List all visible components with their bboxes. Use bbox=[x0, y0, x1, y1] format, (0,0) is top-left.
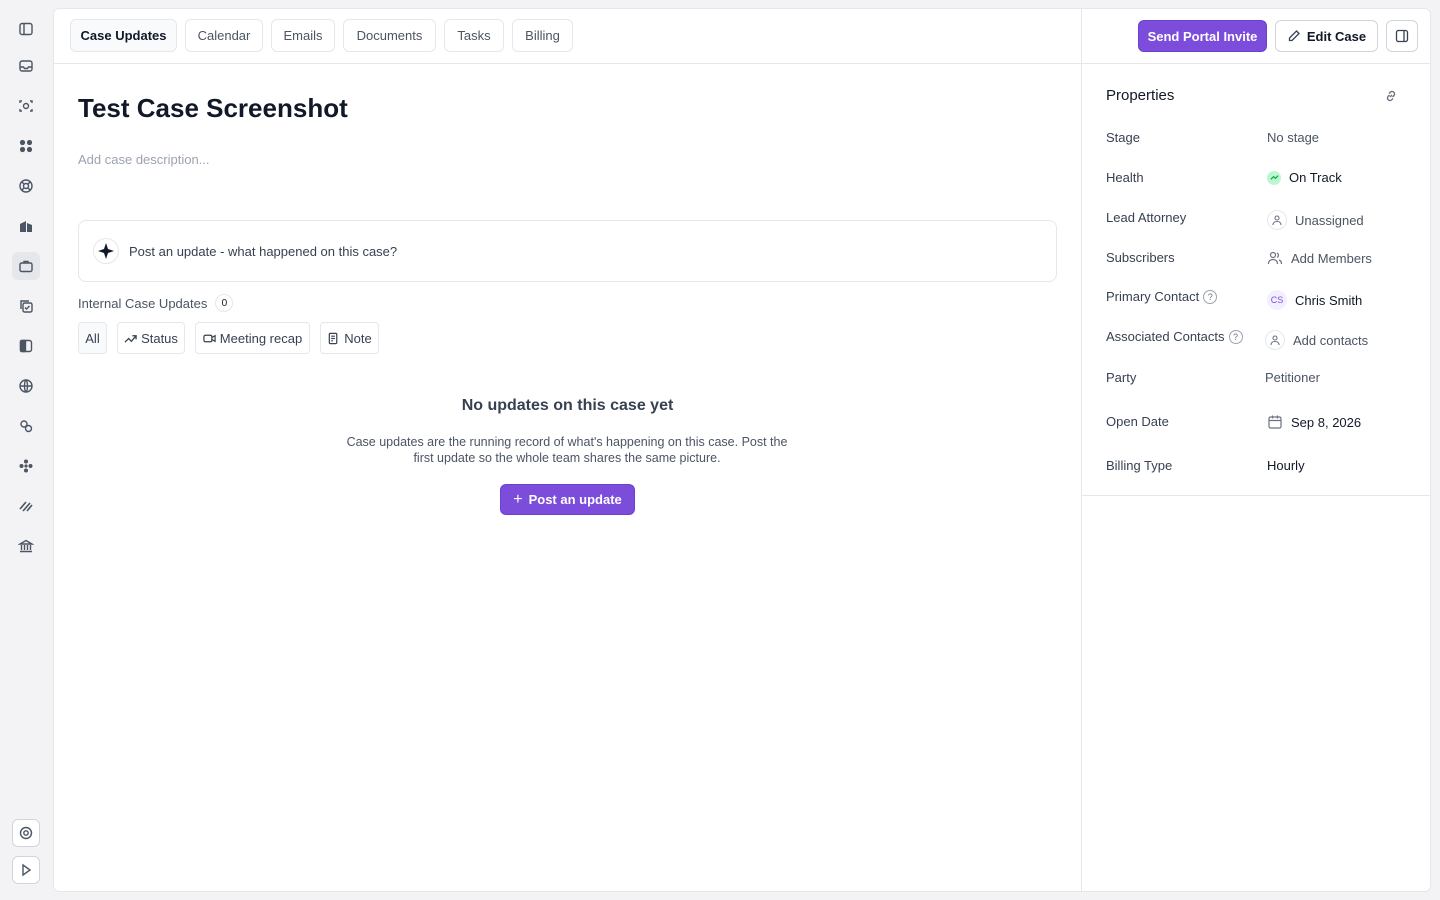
case-title[interactable]: Test Case Screenshot bbox=[78, 93, 348, 124]
post-update-label: Post an update bbox=[528, 492, 622, 507]
user-icon bbox=[1265, 330, 1285, 350]
stack-icon[interactable] bbox=[12, 492, 40, 520]
filter-note[interactable]: Note bbox=[320, 322, 379, 354]
left-rail bbox=[0, 0, 52, 900]
party-value[interactable]: Petitioner bbox=[1265, 370, 1320, 385]
associated-contacts-value-label: Add contacts bbox=[1293, 332, 1369, 348]
billing-type-value[interactable]: Hourly bbox=[1267, 458, 1305, 473]
subscribers-value[interactable]: Add Members bbox=[1267, 250, 1372, 266]
billing-type-label: Billing Type bbox=[1106, 458, 1173, 473]
cubes-icon[interactable] bbox=[12, 412, 40, 440]
lead-attorney-label: Lead Attorney bbox=[1106, 210, 1187, 225]
pencil-icon bbox=[1288, 30, 1300, 42]
post-update-button[interactable]: + Post an update bbox=[500, 484, 635, 515]
toggle-panel-button[interactable] bbox=[1386, 20, 1418, 52]
filter-all[interactable]: All bbox=[78, 322, 107, 354]
filter-all-label: All bbox=[85, 330, 100, 346]
lifebuoy-icon[interactable] bbox=[12, 172, 40, 200]
tab-emails[interactable]: Emails bbox=[271, 19, 335, 52]
case-description-field[interactable]: Add case description... bbox=[78, 152, 210, 167]
case-main: Case Updates Calendar Emails Documents T… bbox=[54, 9, 1081, 891]
associated-contacts-label-text: Associated Contacts bbox=[1106, 329, 1225, 344]
subscribers-label: Subscribers bbox=[1106, 250, 1175, 265]
updates-heading: Internal Case Updates bbox=[78, 295, 208, 311]
contact-avatar: CS bbox=[1267, 290, 1287, 310]
properties-divider bbox=[1082, 495, 1430, 496]
health-label: Health bbox=[1106, 170, 1144, 185]
help-icon[interactable] bbox=[12, 819, 40, 847]
primary-contact-label: Primary Contact ? bbox=[1106, 289, 1218, 304]
calendar-icon bbox=[1268, 415, 1282, 429]
scan-icon[interactable] bbox=[12, 92, 40, 120]
copy-check-icon[interactable] bbox=[12, 292, 40, 320]
properties-sidebar: Send Portal Invite Edit Case Properties … bbox=[1081, 9, 1430, 891]
bank-icon[interactable] bbox=[12, 532, 40, 560]
sidebar-toggle-icon[interactable] bbox=[12, 15, 40, 43]
health-value[interactable]: On Track bbox=[1267, 170, 1342, 185]
primary-contact-value-label: Chris Smith bbox=[1295, 292, 1363, 308]
empty-state-title: No updates on this case yet bbox=[461, 397, 674, 414]
note-icon bbox=[328, 332, 338, 344]
tab-case-updates[interactable]: Case Updates bbox=[70, 19, 177, 52]
tab-calendar[interactable]: Calendar bbox=[185, 19, 263, 52]
associated-contacts-label: Associated Contacts ? bbox=[1106, 329, 1243, 344]
building-icon[interactable] bbox=[12, 212, 40, 240]
flower-icon[interactable] bbox=[12, 452, 40, 480]
filter-status-label: Status bbox=[141, 330, 178, 346]
filter-status[interactable]: Status bbox=[117, 322, 185, 354]
video-icon bbox=[203, 334, 216, 342]
play-icon[interactable] bbox=[12, 856, 40, 884]
lead-attorney-value-label: Unassigned bbox=[1295, 212, 1364, 228]
tab-tasks[interactable]: Tasks bbox=[444, 19, 504, 52]
stage-value[interactable]: No stage bbox=[1267, 130, 1319, 145]
composer-prompt: Post an update - what happened on this c… bbox=[129, 243, 398, 259]
primary-contact-label-text: Primary Contact bbox=[1106, 289, 1200, 304]
filter-note-label: Note bbox=[344, 330, 372, 346]
sidebar-actions-bar: Send Portal Invite Edit Case bbox=[1082, 9, 1430, 64]
lead-attorney-value[interactable]: Unassigned bbox=[1267, 210, 1364, 230]
party-label: Party bbox=[1106, 370, 1137, 385]
open-date-label: Open Date bbox=[1106, 414, 1169, 429]
health-value-label: On Track bbox=[1289, 170, 1342, 185]
empty-state-body: Case updates are the running record of w… bbox=[346, 435, 788, 465]
app-logo-icon bbox=[93, 238, 119, 264]
sidebar-panel-icon[interactable] bbox=[12, 332, 40, 360]
tab-billing[interactable]: Billing bbox=[512, 19, 573, 52]
trend-up-icon bbox=[124, 334, 137, 343]
send-portal-invite-button[interactable]: Send Portal Invite bbox=[1138, 20, 1267, 52]
link-icon[interactable] bbox=[1383, 88, 1399, 104]
stage-label: Stage bbox=[1106, 130, 1140, 145]
filter-meeting-recap[interactable]: Meeting recap bbox=[195, 322, 310, 354]
case-panel: Case Updates Calendar Emails Documents T… bbox=[53, 8, 1431, 892]
open-date-value-label: Sep 8, 2026 bbox=[1291, 414, 1362, 430]
properties-title: Properties bbox=[1106, 87, 1175, 104]
trend-icon bbox=[1267, 170, 1281, 185]
apps-grid-icon[interactable] bbox=[12, 132, 40, 160]
edit-case-label: Edit Case bbox=[1306, 28, 1367, 44]
filter-meeting-recap-label: Meeting recap bbox=[219, 330, 303, 346]
case-tabs-bar: Case Updates Calendar Emails Documents T… bbox=[54, 9, 1081, 64]
open-date-value[interactable]: Sep 8, 2026 bbox=[1267, 414, 1361, 430]
subscribers-value-label: Add Members bbox=[1291, 250, 1372, 266]
updates-count-badge: 0 bbox=[215, 294, 234, 312]
primary-contact-value[interactable]: CS Chris Smith bbox=[1267, 290, 1362, 310]
briefcase-icon[interactable] bbox=[12, 252, 40, 280]
user-icon bbox=[1267, 210, 1287, 230]
panel-right-icon bbox=[1395, 29, 1409, 43]
tab-documents[interactable]: Documents bbox=[343, 19, 436, 52]
edit-case-button[interactable]: Edit Case bbox=[1275, 20, 1378, 52]
users-icon bbox=[1267, 251, 1283, 265]
question-icon[interactable]: ? bbox=[1203, 289, 1218, 304]
updates-heading-row: Internal Case Updates 0 bbox=[78, 294, 234, 312]
question-icon[interactable]: ? bbox=[1228, 329, 1243, 344]
associated-contacts-value[interactable]: Add contacts bbox=[1265, 330, 1368, 350]
update-composer[interactable]: Post an update - what happened on this c… bbox=[78, 220, 1057, 282]
plus-icon: + bbox=[513, 490, 523, 508]
inbox-icon[interactable] bbox=[12, 52, 40, 80]
globe-icon[interactable] bbox=[12, 372, 40, 400]
